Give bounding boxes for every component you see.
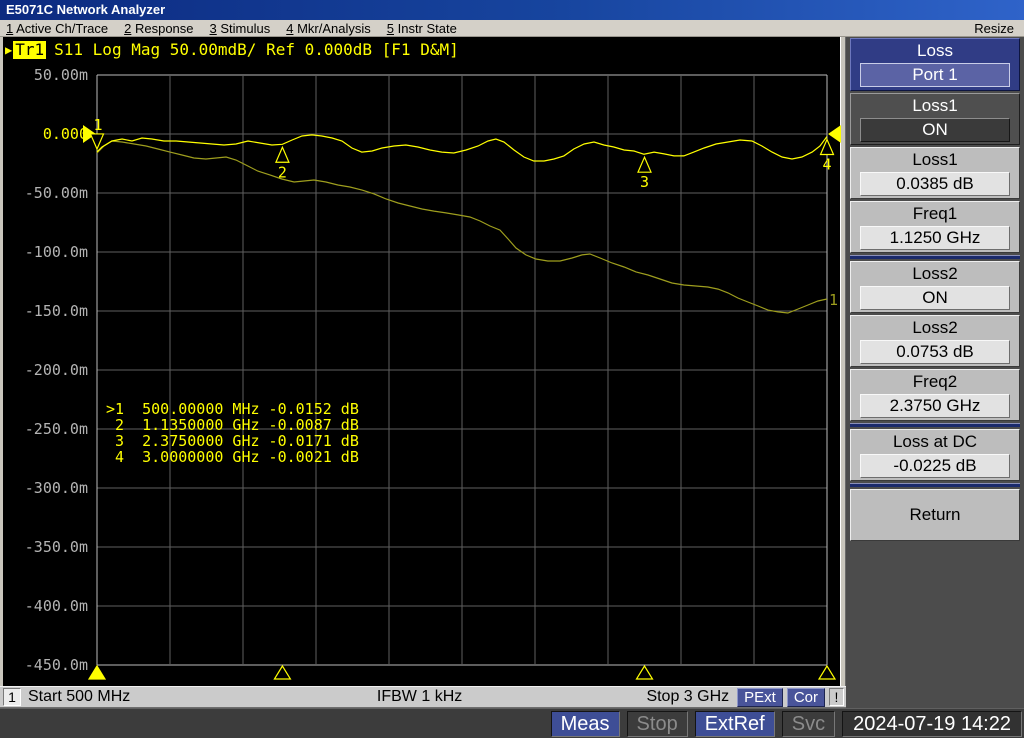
softkey-group-separator	[850, 423, 1020, 427]
softkey-return[interactable]: Return	[850, 489, 1020, 541]
menu-item-response[interactable]: 2 Response	[124, 21, 193, 36]
channel-bar-right: Stop 3 GHz PExt Cor !	[646, 688, 846, 707]
softkey-label: Return	[851, 490, 1019, 540]
softkey-loss2[interactable]: Loss2ON	[850, 261, 1020, 313]
menu-item-instr-state[interactable]: 5 Instr State	[387, 21, 457, 36]
softkey-label: Loss1	[851, 94, 1019, 118]
channel-status-bar: 1 Start 500 MHz IFBW 1 kHz Stop 3 GHz PE…	[0, 686, 846, 708]
softkey-menu: LossPort 1Loss1ONLoss10.0385 dBFreq11.12…	[846, 37, 1024, 708]
pext-status-badge: PExt	[737, 688, 783, 707]
marker-readout-row-1: >1 500.00000 MHz -0.0152 dB	[106, 401, 359, 417]
status-indicator-svc: Svc	[782, 711, 835, 737]
softkey-value: ON	[860, 286, 1010, 310]
menu-bar: 1 Active Ch/Trace 2 Response 3 Stimulus 4 M…	[0, 20, 1024, 37]
trace-settings-text: S11 Log Mag 50.00mdB/ Ref 0.000dB [F1 D&…	[54, 41, 459, 59]
softkey-label: Loss2	[851, 262, 1019, 286]
menu-item-stimulus[interactable]: 3 Stimulus	[210, 21, 271, 36]
cor-status-badge: Cor	[787, 688, 825, 707]
softkey-loss2[interactable]: Loss20.0753 dB	[850, 315, 1020, 367]
softkey-value: 2.3750 GHz	[860, 394, 1010, 418]
menu-item-active-ch-trace[interactable]: 1 Active Ch/Trace	[6, 21, 108, 36]
softkey-loss-at-dc[interactable]: Loss at DC-0.0225 dB	[850, 429, 1020, 481]
softkey-value: 0.0753 dB	[860, 340, 1010, 364]
softkey-freq1[interactable]: Freq11.1250 GHz	[850, 201, 1020, 253]
trace-name-chip[interactable]: Tr1	[13, 41, 46, 59]
ifbw-label: IFBW 1 kHz	[377, 688, 462, 706]
marker-readout-table: >1 500.00000 MHz -0.0152 dB 2 1.1350000 …	[106, 401, 359, 465]
instrument-screen	[0, 37, 846, 686]
status-indicator-extref: ExtRef	[695, 711, 775, 737]
status-indicator-stop: Stop	[627, 711, 688, 737]
softkey-label: Loss	[851, 39, 1019, 63]
menu-item-resize[interactable]: Resize	[974, 21, 1014, 36]
softkey-label: Loss at DC	[851, 430, 1019, 454]
marker-readout-row-2: 2 1.1350000 GHz -0.0087 dB	[106, 417, 359, 433]
start-frequency-label: Start 500 MHz	[28, 688, 130, 706]
softkey-group-separator	[850, 483, 1020, 487]
active-trace-arrow-icon: ▶	[5, 41, 12, 59]
softkey-value: Port 1	[860, 63, 1010, 87]
instrument-status-bar: Meas Stop ExtRef Svc 2024-07-19 14:22	[0, 708, 1024, 738]
softkey-freq2[interactable]: Freq22.3750 GHz	[850, 369, 1020, 421]
softkey-value: 1.1250 GHz	[860, 226, 1010, 250]
softkey-group-separator	[850, 255, 1020, 259]
window-title-bar: E5071C Network Analyzer	[0, 0, 1024, 20]
softkey-label: Freq2	[851, 370, 1019, 394]
channel-number-box: 1	[3, 688, 21, 706]
menu-item-mkr-analysis[interactable]: 4 Mkr/Analysis	[286, 21, 371, 36]
softkey-value: 0.0385 dB	[860, 172, 1010, 196]
softkey-value: -0.0225 dB	[860, 454, 1010, 478]
softkey-loss1[interactable]: Loss10.0385 dB	[850, 147, 1020, 199]
softkey-label: Freq1	[851, 202, 1019, 226]
status-indicator-meas: Meas	[551, 711, 620, 737]
softkey-label: Loss2	[851, 316, 1019, 340]
datetime-display: 2024-07-19 14:22	[842, 711, 1022, 737]
warning-indicator: !	[829, 688, 844, 706]
softkey-value: ON	[860, 118, 1010, 142]
softkey-stack: LossPort 1Loss1ONLoss10.0385 dBFreq11.12…	[846, 37, 1024, 544]
softkey-loss[interactable]: LossPort 1	[850, 38, 1020, 91]
window-title: E5071C Network Analyzer	[6, 2, 165, 17]
softkey-loss1[interactable]: Loss1ON	[850, 93, 1020, 145]
marker-readout-row-3: 3 2.3750000 GHz -0.0171 dB	[106, 433, 359, 449]
trace-header: ▶ Tr1 S11 Log Mag 50.00mdB/ Ref 0.000dB …	[5, 41, 459, 59]
softkey-label: Loss1	[851, 148, 1019, 172]
marker-readout-row-4: 4 3.0000000 GHz -0.0021 dB	[106, 449, 359, 465]
stop-frequency-label: Stop 3 GHz	[646, 688, 729, 706]
